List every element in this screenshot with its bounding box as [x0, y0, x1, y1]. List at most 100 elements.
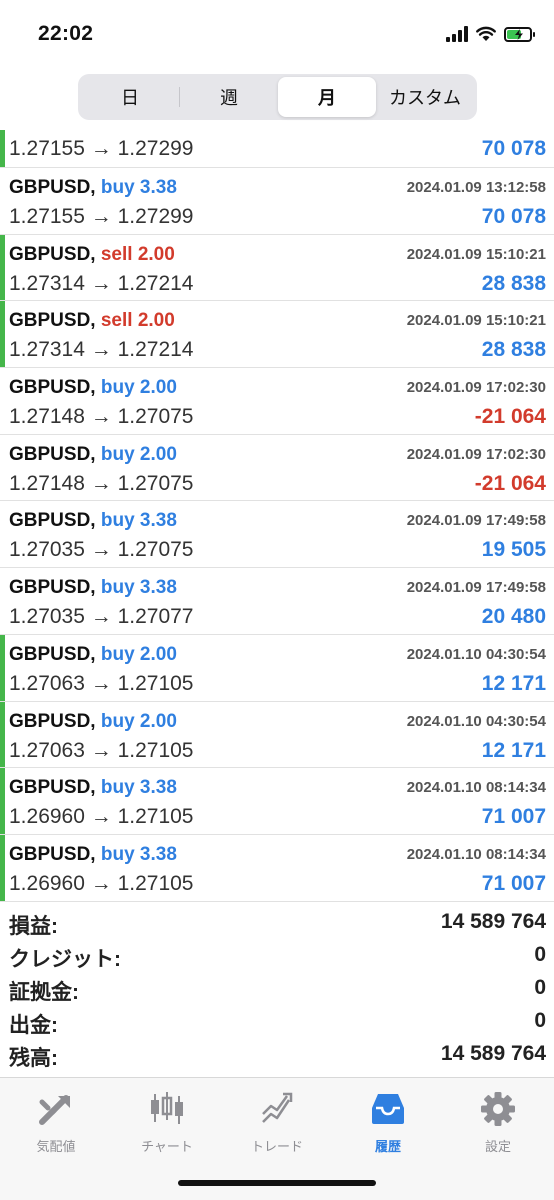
- summary-profit-row: 損益: 14 589 764: [0, 907, 554, 940]
- summary-profit-label: 損益:: [9, 915, 58, 938]
- trade-symbol: GBPUSD, buy 3.38: [9, 177, 177, 199]
- trade-prices: 1.27155 → 1.27299: [9, 205, 194, 228]
- trade-profit: -21 064: [474, 471, 546, 495]
- trade-side: buy 3.38: [100, 843, 177, 865]
- trade-profit: -21 064: [474, 405, 546, 429]
- home-indicator: [178, 1180, 376, 1186]
- segment-week[interactable]: 週: [180, 77, 278, 117]
- trade-symbol-text: GBPUSD,: [9, 377, 96, 399]
- segment-month[interactable]: 月: [278, 77, 376, 117]
- trade-side: buy 3.38: [100, 177, 177, 198]
- trade-row[interactable]: GBPUSD, buy 2.00 2024.01.10 04:30:54 1.270…: [0, 634, 554, 702]
- tab-history-label: 履歴: [374, 1139, 401, 1154]
- trade-profit: 19 505: [481, 538, 546, 562]
- tab-trade[interactable]: トレード: [227, 1090, 327, 1155]
- row-indicator-bar: [0, 768, 5, 834]
- summary-withdrawal-label: 出金:: [9, 1014, 58, 1037]
- summary-deposit-label: 証拠金:: [9, 981, 79, 1004]
- trade-side: buy 2.00: [100, 710, 177, 732]
- trade-time: 2024.01.09 17:49:58: [406, 512, 546, 530]
- trade-symbol: GBPUSD, buy 3.38: [9, 510, 177, 532]
- trade-time: 2024.01.09 13:12:58: [406, 179, 546, 196]
- trade-time: 2024.01.09 15:10:21: [406, 245, 546, 263]
- settings-icon: [481, 1092, 515, 1126]
- tab-history[interactable]: 履歴: [338, 1090, 438, 1155]
- trade-row[interactable]: GBPUSD, buy 2.00 2024.01.10 04:30:54 1.270…: [0, 701, 554, 769]
- summary-deposit-row: 証拠金: 0: [0, 973, 554, 1006]
- summary-credit-value: 0: [534, 943, 546, 966]
- trade-row[interactable]: GBPUSD, buy 3.38 2024.01.09 17:49:58 1.270…: [0, 568, 554, 635]
- trade-time: 2024.01.09 15:10:21: [406, 312, 546, 330]
- trade-side: sell 2.00: [100, 243, 175, 265]
- trade-time: 2024.01.10 08:14:34: [406, 779, 546, 797]
- trade-row[interactable]: GBPUSD, buy 3.38 2024.01.09 17:49:58 1.270…: [0, 501, 554, 569]
- trade-profit: 71 007: [481, 871, 546, 895]
- trade-row[interactable]: GBPUSD, buy 2.00 2024.01.09 17:02:30 1.271…: [0, 434, 554, 502]
- trade-symbol: GBPUSD, buy 2.00: [9, 644, 177, 666]
- trade-side: buy 3.38: [100, 577, 177, 599]
- tab-chart-label: チャート: [141, 1139, 193, 1154]
- row-indicator-bar: [0, 701, 5, 768]
- battery-icon: [504, 26, 535, 42]
- summary-withdrawal-value: 0: [534, 1009, 546, 1032]
- trade-row-partial[interactable]: 1.27155 → 1.27299 70 078: [0, 130, 554, 168]
- quotes-icon: [39, 1095, 70, 1125]
- trade-row[interactable]: GBPUSD, sell 2.00 2024.01.09 15:10:21 1.27…: [0, 301, 554, 369]
- tab-settings[interactable]: 設定: [448, 1090, 548, 1155]
- trade-symbol-text: GBPUSD,: [9, 710, 96, 732]
- trade-side: buy 2.00: [100, 643, 177, 665]
- trade-prices: 1.27148 → 1.27075: [9, 405, 194, 429]
- trade-time: 2024.01.09 17:02:30: [406, 445, 546, 463]
- trade-prices: 1.27035 → 1.27077: [9, 605, 194, 629]
- row-indicator-bar: [0, 501, 5, 567]
- trade-row[interactable]: GBPUSD, buy 3.38 2024.01.09 13:12:58 1.271…: [0, 168, 554, 235]
- summary-credit-row: クレジット: 0: [0, 940, 554, 973]
- trade-prices: 1.27314 → 1.27214: [9, 271, 194, 295]
- trade-row[interactable]: GBPUSD, buy 3.38 2024.01.10 08:14:34 1.269…: [0, 834, 554, 902]
- trade-symbol-text: GBPUSD,: [9, 243, 96, 265]
- row-indicator-bar: [0, 834, 5, 901]
- summary-withdrawal-row: 出金: 0: [0, 1006, 554, 1039]
- trade-prices: 1.27314 → 1.27214: [9, 338, 194, 362]
- row-indicator-bar: [0, 435, 5, 501]
- trade-symbol: GBPUSD, sell 2.00: [9, 310, 175, 332]
- history-icon: [372, 1094, 404, 1124]
- trade-profit: 12 171: [481, 738, 546, 762]
- trade-profit: 70 078: [481, 205, 546, 228]
- trade-symbol-text: GBPUSD,: [9, 643, 96, 665]
- trade-prices: 1.27063 → 1.27105: [9, 671, 194, 695]
- trade-profit: 20 480: [481, 605, 546, 629]
- trade-symbol: GBPUSD, buy 2.00: [9, 377, 177, 399]
- trade-profit: 12 171: [481, 671, 546, 695]
- tab-quotes[interactable]: 気配値: [6, 1090, 106, 1155]
- row-indicator-bar: [0, 168, 5, 234]
- trade-prices: 1.27063 → 1.27105: [9, 738, 194, 762]
- trade-symbol: GBPUSD, buy 2.00: [9, 711, 177, 733]
- trade-row[interactable]: GBPUSD, buy 3.38 2024.01.10 08:14:34 1.269…: [0, 768, 554, 835]
- trade-time: 2024.01.10 04:30:54: [406, 645, 546, 663]
- trade-symbol: GBPUSD, buy 3.38: [9, 577, 177, 599]
- trade-time: 2024.01.09 17:49:58: [406, 579, 546, 597]
- summary-credit-label: クレジット:: [9, 948, 121, 971]
- tab-chart[interactable]: チャート: [117, 1090, 217, 1155]
- trade-side: buy 3.38: [100, 510, 177, 532]
- status-time: 22:02: [38, 22, 94, 45]
- trade-symbol: GBPUSD, buy 3.38: [9, 777, 177, 799]
- trade-prices: 1.27035 → 1.27075: [9, 538, 194, 562]
- trade-symbol: GBPUSD, sell 2.00: [9, 244, 175, 266]
- segment-day[interactable]: 日: [81, 77, 179, 117]
- segment-custom[interactable]: カスタム: [376, 77, 474, 117]
- trade-symbol-text: GBPUSD,: [9, 510, 96, 532]
- summary-profit-value: 14 589 764: [440, 910, 546, 933]
- trade-prices: 1.26960 → 1.27105: [9, 805, 194, 829]
- trade-row[interactable]: GBPUSD, sell 2.00 2024.01.09 15:10:21 1.27…: [0, 234, 554, 302]
- row-indicator-bar: [0, 368, 5, 434]
- trade-history-list: 1.27155 → 1.27299 70 078 GBPUSD, buy 3.3…: [0, 130, 554, 902]
- trade-row[interactable]: GBPUSD, buy 2.00 2024.01.09 17:02:30 1.271…: [0, 368, 554, 435]
- chart-icon: [151, 1092, 183, 1124]
- status-bar: 22:02: [0, 0, 554, 66]
- trade-prices: 1.26960 → 1.27105: [9, 871, 194, 895]
- tab-trade-label: トレード: [250, 1139, 303, 1154]
- tab-quotes-label: 気配値: [36, 1139, 76, 1154]
- trade-prices: 1.27155 → 1.27299: [9, 137, 194, 160]
